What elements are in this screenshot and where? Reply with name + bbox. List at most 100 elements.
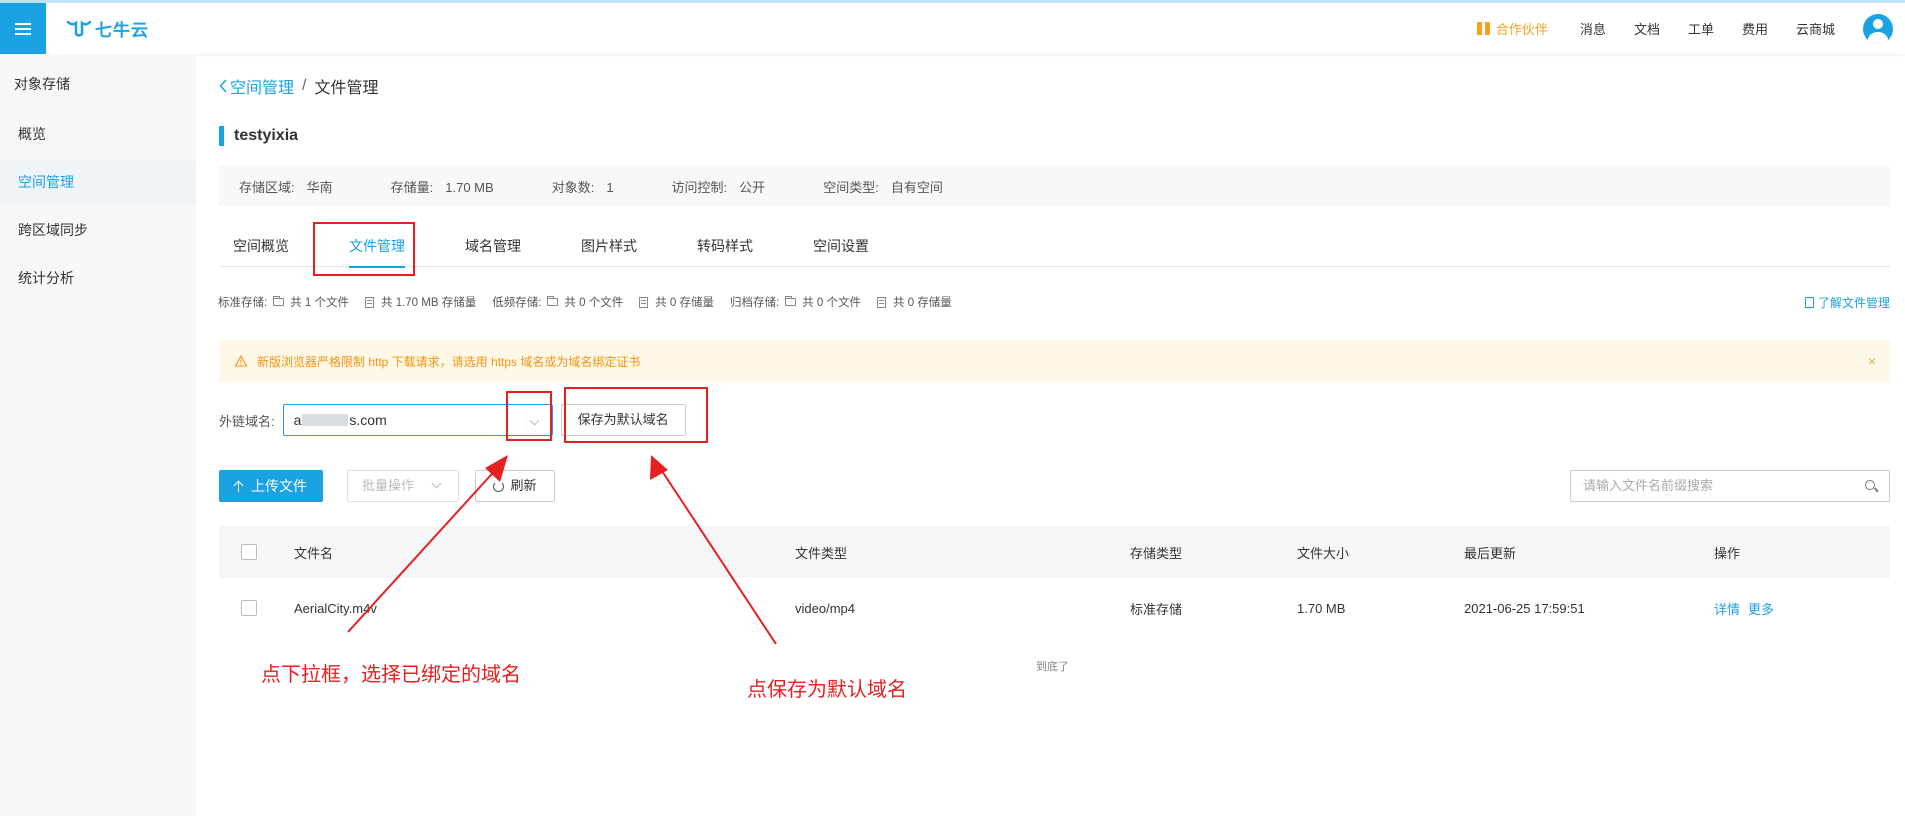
cell-storage-type: 标准存储 <box>1130 601 1183 617</box>
sidebar-item-bucket-management[interactable]: 空间管理 <box>0 161 196 203</box>
logo[interactable]: 七牛云 <box>66 16 149 41</box>
sidebar-item-overview[interactable]: 概览 <box>0 113 196 155</box>
folder-icon <box>785 296 797 306</box>
cell-filename[interactable]: AerialCity.m4v <box>294 578 377 638</box>
cell-file-size: 1.70 MB <box>1297 600 1346 616</box>
sidebar-item-statistics[interactable]: 统计分析 <box>0 257 196 299</box>
breadcrumb-current: 文件管理 <box>314 80 379 97</box>
logo-text: 七牛云 <box>95 21 149 40</box>
sidebar-item-cross-region-sync[interactable]: 跨区域同步 <box>0 209 196 251</box>
action-row: 上传文件 批量操作 刷新 <box>219 470 555 502</box>
close-icon[interactable]: × <box>1868 353 1876 369</box>
warning-icon <box>235 355 247 367</box>
info-storage: 存储量: 1.70 MB <box>390 179 494 195</box>
bucket-info-strip: 存储区域: 华南 存储量: 1.70 MB 对象数: 1 访问控制: 公开 空间类型: 自… <box>219 166 1890 206</box>
breadcrumb-back-link[interactable]: 空间管理 <box>219 74 294 98</box>
info-region: 存储区域: 华南 <box>239 179 333 195</box>
stats-standard-label: 标准存储: <box>218 297 268 309</box>
header-storage-type: 存储类型 <box>1130 545 1183 561</box>
partner-link[interactable]: 合作伙伴 <box>1476 19 1548 38</box>
gift-icon <box>1476 22 1490 35</box>
sidebar-title: 对象存储 <box>14 76 70 92</box>
chevron-down-icon <box>431 478 442 489</box>
bucket-name: testyixia <box>234 127 299 144</box>
user-avatar[interactable] <box>1863 13 1893 44</box>
document-icon <box>639 296 649 308</box>
row-checkbox[interactable] <box>241 600 257 616</box>
stats-standard-size: 共 1.70 MB 存储量 <box>365 294 476 310</box>
sidebar: 对象存储 概览 空间管理 跨区域同步 统计分析 <box>0 54 196 816</box>
stats-archive-label: 归档存储: <box>730 297 780 309</box>
nav-marketplace[interactable]: 云商城 <box>1796 19 1835 38</box>
more-link[interactable]: 更多 <box>1748 599 1774 618</box>
cell-filetype: video/mp4 <box>795 600 855 616</box>
header-filetype: 文件类型 <box>795 545 848 561</box>
folder-icon <box>273 296 285 306</box>
stats-archive-files: 共 0 个文件 <box>785 294 861 310</box>
redacted-text <box>302 414 349 426</box>
bucket-title: testyixia <box>219 126 298 146</box>
stats-low-files: 共 0 个文件 <box>547 294 623 310</box>
tab-domain-management[interactable]: 域名管理 <box>451 225 535 267</box>
learn-file-management-link[interactable]: 了解文件管理 <box>1804 294 1890 311</box>
header-last-updated: 最后更新 <box>1464 545 1517 561</box>
header-actions: 操作 <box>1714 545 1741 561</box>
nav-docs[interactable]: 文档 <box>1634 19 1660 38</box>
hamburger-menu-button[interactable] <box>0 3 46 54</box>
header-filename: 文件名 <box>294 545 334 561</box>
table-header: 文件名 文件类型 存储类型 文件大小 最后更新 操作 <box>219 526 1890 578</box>
search-input[interactable]: 请输入文件名前缀搜索 <box>1570 470 1890 502</box>
annotation-box-save <box>564 387 708 443</box>
tab-transcode-styles[interactable]: 转码样式 <box>683 225 767 267</box>
menu-icon <box>15 27 31 30</box>
stats-standard-files: 共 1 个文件 <box>273 294 349 310</box>
breadcrumb-back-label: 空间管理 <box>230 80 295 97</box>
document-icon <box>877 296 887 308</box>
cell-last-updated: 2021-06-25 17:59:51 <box>1464 600 1585 616</box>
document-icon <box>365 296 374 308</box>
details-link[interactable]: 详情 <box>1714 599 1740 618</box>
breadcrumb: 空间管理 / 文件管理 <box>219 74 378 98</box>
https-warning-notice: 新版浏览器严格限制 http 下载请求，请选用 https 域名或为域名绑定证书… <box>219 340 1890 382</box>
document-icon <box>1804 297 1814 308</box>
partner-label: 合作伙伴 <box>1495 22 1548 37</box>
folder-icon <box>547 296 559 306</box>
info-access-control: 访问控制: 公开 <box>671 179 766 195</box>
tab-bucket-overview[interactable]: 空间概览 <box>219 225 303 267</box>
end-of-list-note: 到底了 <box>1036 661 1069 673</box>
qiniu-logo-icon <box>66 20 92 37</box>
annotation-box-tab <box>313 222 415 276</box>
arrow-up-icon <box>235 481 243 492</box>
tab-image-styles[interactable]: 图片样式 <box>567 225 651 267</box>
breadcrumb-separator: / <box>302 77 307 94</box>
nav-billing[interactable]: 费用 <box>1742 19 1768 38</box>
info-object-count: 对象数: 1 <box>551 179 614 195</box>
nav-tickets[interactable]: 工单 <box>1688 19 1714 38</box>
title-accent-bar <box>219 126 224 146</box>
upload-file-button[interactable]: 上传文件 <box>219 470 323 502</box>
top-nav: 合作伙伴 消息 文档 工单 费用 云商城 <box>1476 3 1905 54</box>
select-all-checkbox[interactable] <box>241 544 257 560</box>
top-bar: 七牛云 合作伙伴 消息 文档 工单 费用 云商城 <box>0 3 1905 54</box>
nav-messages[interactable]: 消息 <box>1580 19 1606 38</box>
info-bucket-type: 空间类型: 自有空间 <box>823 179 943 195</box>
storage-stats: 标准存储: 共 1 个文件 共 1.70 MB 存储量 低频存储: 共 0 个文… <box>218 294 968 310</box>
refresh-button[interactable]: 刷新 <box>475 470 555 502</box>
tab-bucket-settings[interactable]: 空间设置 <box>799 225 883 267</box>
batch-actions-dropdown[interactable]: 批量操作 <box>347 470 459 502</box>
tab-bar: 空间概览 文件管理 域名管理 图片样式 转码样式 空间设置 <box>219 225 1890 268</box>
domain-label: 外链域名: <box>219 413 275 429</box>
annotation-text-save: 点保存为默认域名 <box>747 679 907 701</box>
search-icon[interactable] <box>1865 480 1875 490</box>
refresh-icon <box>493 480 505 492</box>
annotation-text-dropdown: 点下拉框，选择已绑定的域名 <box>261 664 521 686</box>
stats-low-label: 低频存储: <box>492 297 542 309</box>
stats-archive-size: 共 0 存储量 <box>877 294 952 310</box>
notice-text: 新版浏览器严格限制 http 下载请求，请选用 https 域名或为域名绑定证书 <box>257 354 641 369</box>
stats-low-size: 共 0 存储量 <box>639 294 714 310</box>
file-table: 文件名 文件类型 存储类型 文件大小 最后更新 操作 AerialCity.m4… <box>219 526 1890 638</box>
annotation-box-dropdown <box>506 391 552 441</box>
header-file-size: 文件大小 <box>1297 545 1350 561</box>
chevron-left-icon <box>219 79 227 93</box>
table-row: AerialCity.m4v video/mp4 标准存储 1.70 MB 20… <box>219 578 1890 638</box>
